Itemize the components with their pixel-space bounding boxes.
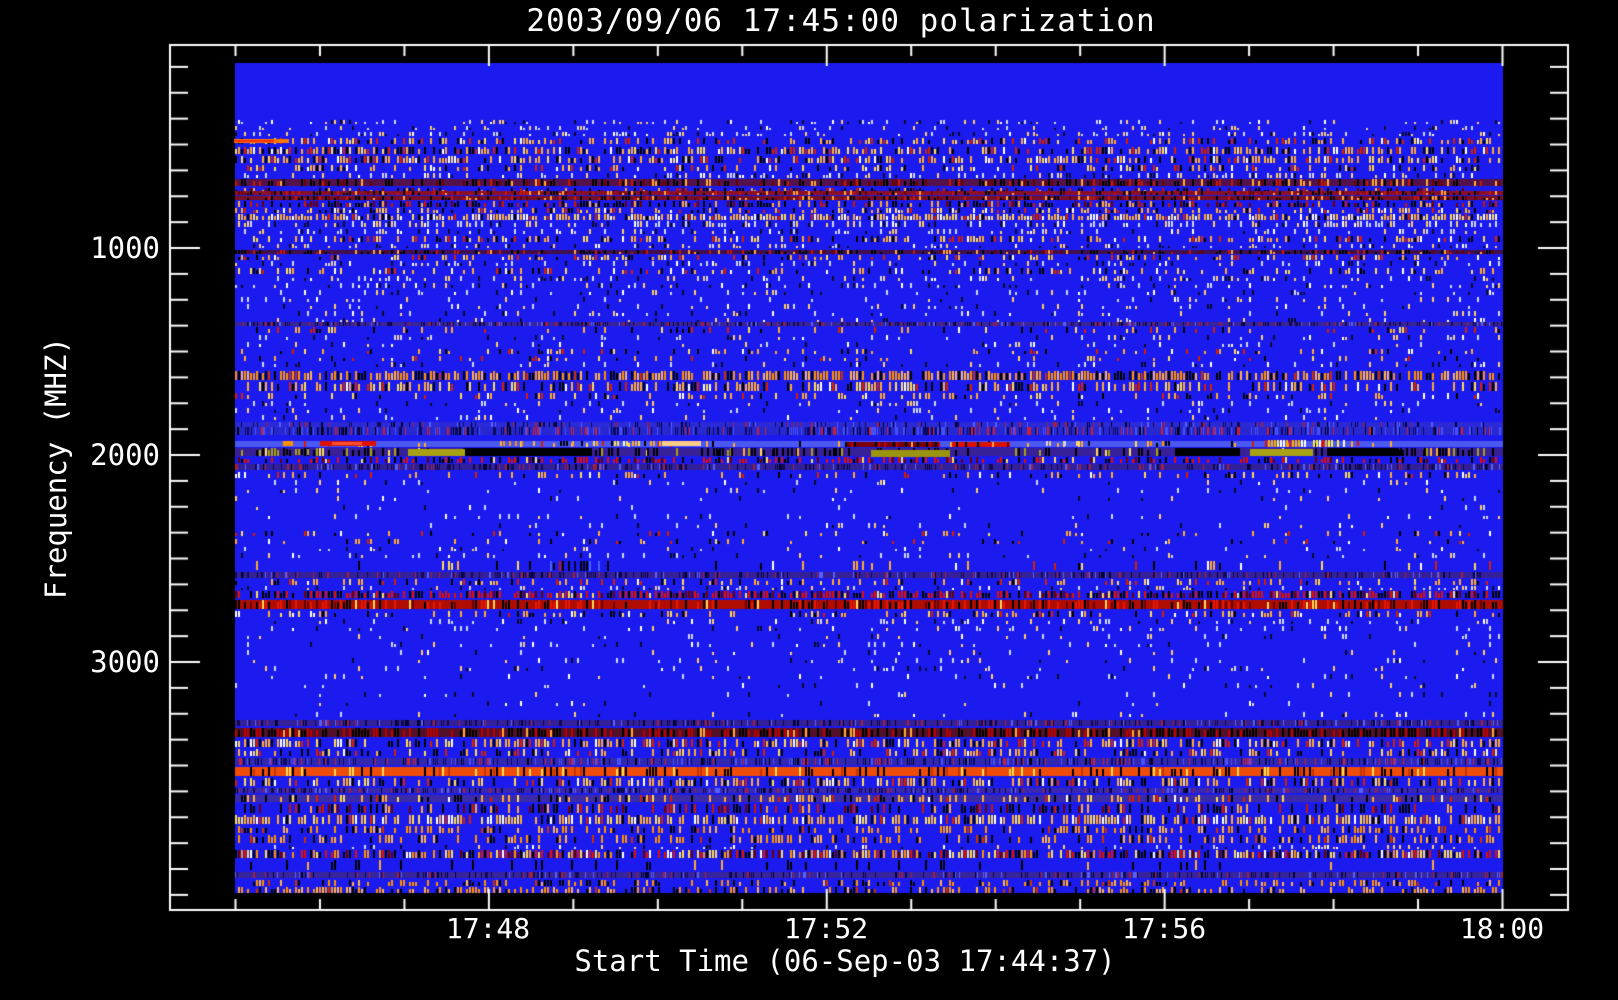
x-tick-label-1800: 18:00 [1459,912,1545,945]
chart-title: 2003/09/06 17:45:00 polarization [526,3,1156,39]
x-axis-label: Start Time (06-Sep-03 17:44:37) [574,944,1116,978]
y-tick-label-1000: 1000 [90,231,160,265]
x-tick-label-1748: 17:48 [445,912,531,945]
spectrogram-page: { "title": "2003/09/06 17:45:00 polariza… [0,0,1618,1000]
y-tick-label-3000: 3000 [90,645,160,679]
x-tick-label-1752: 17:52 [783,912,869,945]
spectrogram-canvas [0,0,1618,1000]
x-tick-label-1756: 17:56 [1121,912,1207,945]
y-tick-label-2000: 2000 [90,438,160,472]
